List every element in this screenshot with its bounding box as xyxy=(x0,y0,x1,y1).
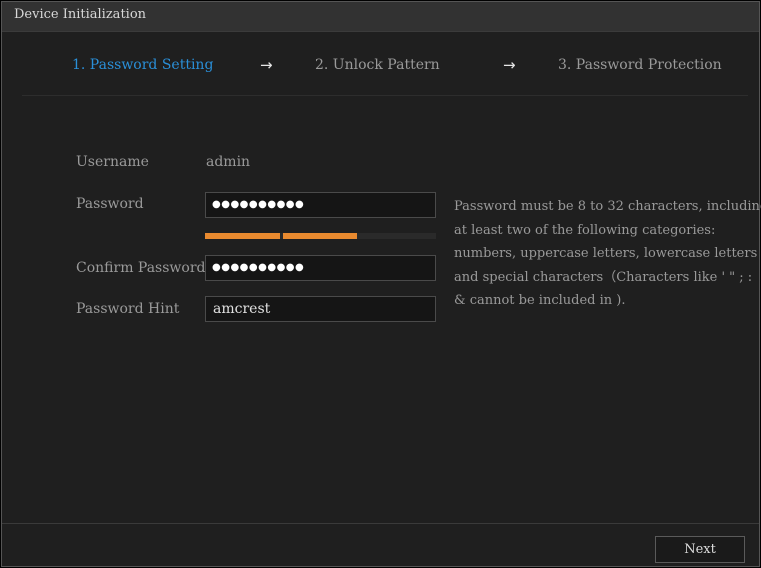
confirm-password-masked-value: ●●●●●●●●●● xyxy=(212,262,305,273)
steps-divider xyxy=(22,95,748,96)
password-requirements-text: Password must be 8 to 32 characters, inc… xyxy=(454,195,761,313)
confirm-password-label: Confirm Password xyxy=(76,260,206,276)
step-arrow-icon: → xyxy=(503,56,516,74)
footer-divider xyxy=(2,523,759,524)
password-input[interactable]: ●●●●●●●●●● xyxy=(205,192,436,218)
confirm-password-input[interactable]: ●●●●●●●●●● xyxy=(205,255,436,281)
step-unlock-pattern: 2. Unlock Pattern xyxy=(315,57,440,73)
hint-line: numbers, uppercase letters, lowercase le… xyxy=(454,246,758,262)
password-masked-value: ●●●●●●●●●● xyxy=(212,199,305,210)
hint-line: at least two of the following categories… xyxy=(454,222,716,238)
device-initialization-window: Device Initialization 1. Password Settin… xyxy=(1,1,761,567)
hint-line: Password must be 8 to 32 characters, inc… xyxy=(454,199,761,214)
hint-line: & cannot be included in ). xyxy=(454,293,626,309)
username-value: admin xyxy=(206,154,251,170)
step-password-protection: 3. Password Protection xyxy=(558,57,722,73)
strength-segment xyxy=(283,233,357,239)
hint-line: and special characters（Characters like '… xyxy=(454,269,753,285)
password-hint-label: Password Hint xyxy=(76,301,180,317)
next-button[interactable]: Next xyxy=(655,536,745,563)
wizard-steps: 1. Password Setting → 2. Unlock Pattern … xyxy=(2,32,759,96)
password-hint-input[interactable]: amcrest xyxy=(205,296,436,322)
password-label: Password xyxy=(76,196,144,212)
step-password-setting: 1. Password Setting xyxy=(72,57,214,73)
title-bar: Device Initialization xyxy=(2,2,759,32)
password-strength-meter xyxy=(205,233,436,239)
strength-segment xyxy=(205,233,280,239)
step-arrow-icon: → xyxy=(260,56,273,74)
username-label: Username xyxy=(76,154,149,170)
window-title: Device Initialization xyxy=(14,7,147,22)
password-hint-value: amcrest xyxy=(213,301,271,317)
